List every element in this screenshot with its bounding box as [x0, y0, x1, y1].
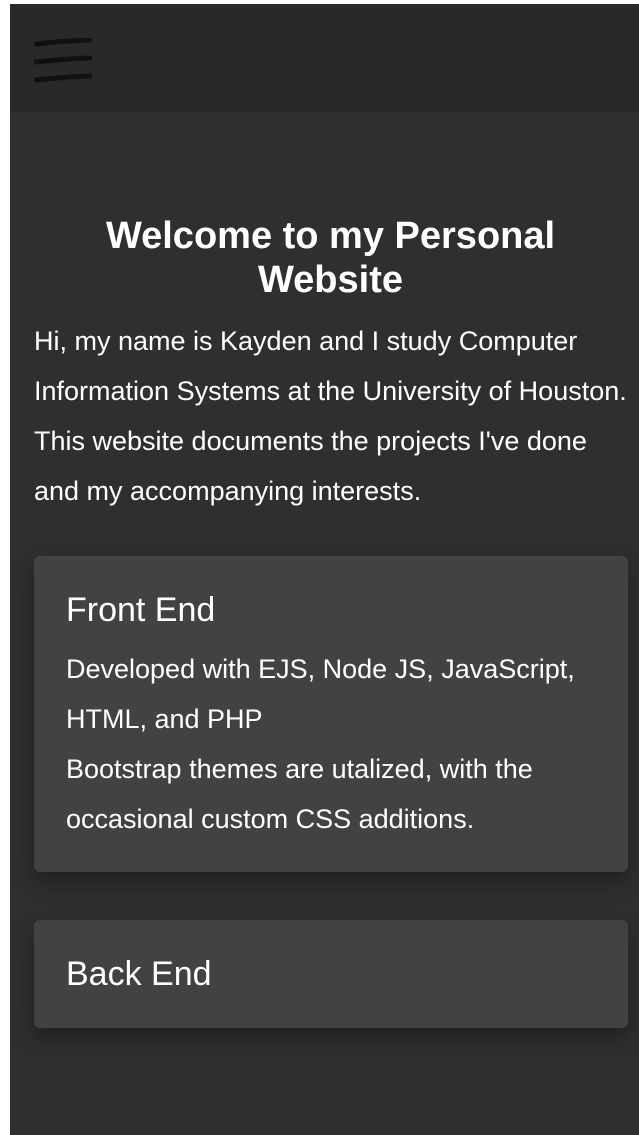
intro-paragraph-1: Hi, my name is Kayden and I study Comput… — [34, 326, 627, 406]
front-end-card: Front End Developed with EJS, Node JS, J… — [34, 556, 628, 872]
card-text-line-2: Bootstrap themes are utalized, with the … — [66, 754, 533, 834]
navbar — [10, 4, 639, 112]
page-title: Welcome to my Personal Website — [105, 215, 556, 301]
card-text-line-1: Developed with EJS, Node JS, JavaScript,… — [66, 654, 575, 734]
back-end-card: Back End — [34, 920, 628, 1028]
hamburger-menu-button[interactable] — [34, 38, 92, 84]
intro-text: Hi, my name is Kayden and I study Comput… — [34, 316, 627, 516]
main-content: Welcome to my Personal Website Hi, my na… — [10, 214, 639, 1028]
hamburger-menu-icon — [34, 38, 92, 83]
card-title: Back End — [66, 955, 212, 993]
card-text: Developed with EJS, Node JS, JavaScript,… — [66, 644, 596, 844]
intro-paragraph-2: This website documents the projects I've… — [34, 426, 587, 506]
card-title: Front End — [66, 591, 216, 629]
page-frame: Welcome to my Personal Website Hi, my na… — [10, 4, 639, 1135]
